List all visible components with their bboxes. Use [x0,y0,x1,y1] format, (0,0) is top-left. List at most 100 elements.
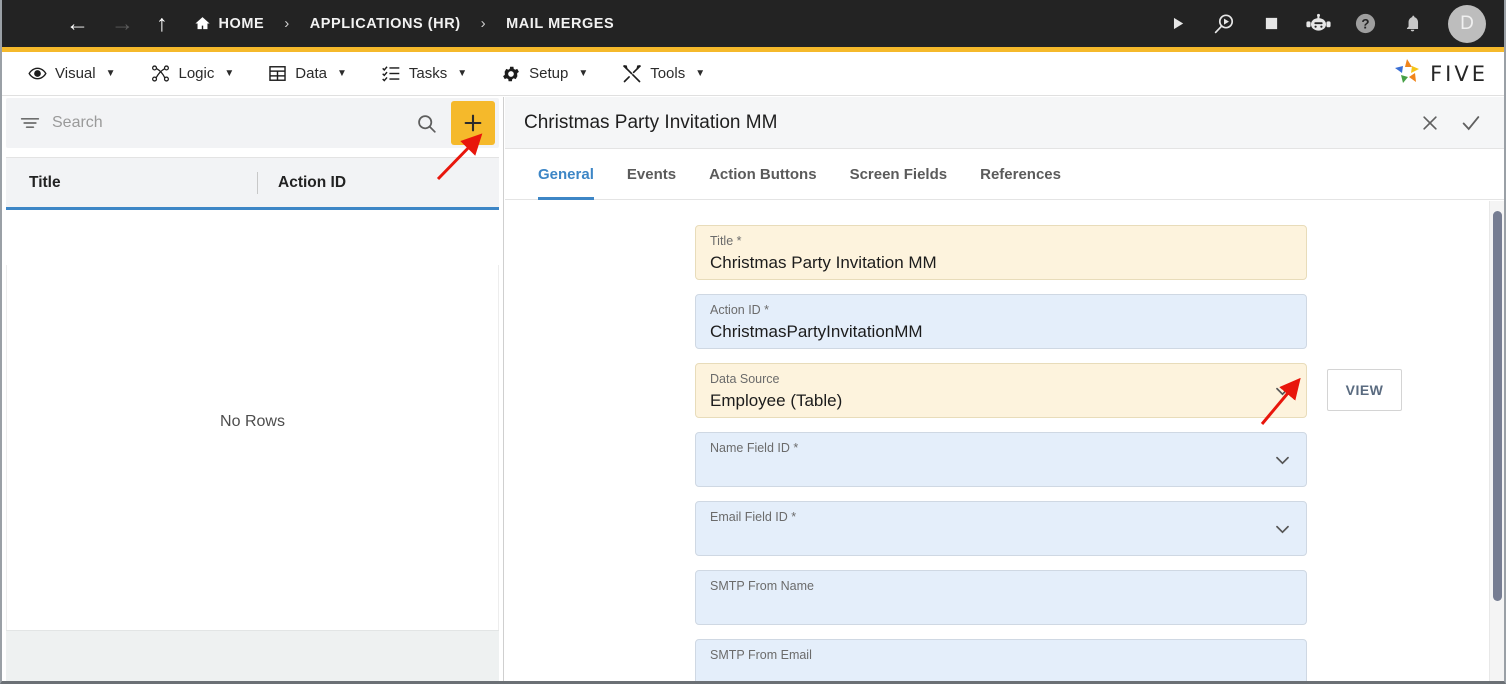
field-row-action-id: Action ID * ChristmasPartyInvitationMM [695,294,1504,349]
data-source-field-value: Employee (Table) [710,389,1292,413]
smtp-from-email-label: SMTP From Email [710,648,1292,662]
detail-panel: Christmas Party Invitation MM General Ev… [505,97,1504,681]
field-row-email-field-id: Email Field ID * [695,501,1504,556]
menu-data-label: Data [295,65,327,82]
menu-visual[interactable]: Visual ▼ [18,64,126,83]
menu-logic-label: Logic [179,65,215,82]
add-record-button[interactable] [451,101,495,145]
email-field-id-label: Email Field ID * [710,510,1292,524]
name-field-id-field[interactable]: Name Field ID * [695,432,1307,487]
user-avatar[interactable]: D [1448,5,1486,43]
chevron-down-icon: ▼ [457,68,467,79]
detail-panel-actions [1420,112,1504,134]
search-icon[interactable] [416,113,437,134]
chevron-down-icon[interactable] [1273,519,1292,538]
smtp-from-name-field[interactable]: SMTP From Name [695,570,1307,625]
chevron-down-icon: ▼ [106,68,116,79]
menu-tools[interactable]: Tools ▼ [612,64,715,84]
breadcrumb-separator: › [481,15,487,32]
checklist-icon [381,64,401,83]
menu-tasks-label: Tasks [409,65,447,82]
chevron-down-icon: ▼ [578,68,588,79]
menu-tools-label: Tools [650,65,685,82]
search-run-icon[interactable] [1211,11,1237,37]
action-id-field[interactable]: Action ID * ChristmasPartyInvitationMM [695,294,1307,349]
menu-logic[interactable]: Logic ▼ [140,64,245,83]
column-header-action-id[interactable]: Action ID [278,174,346,192]
tab-general[interactable]: General [538,149,594,200]
vertical-scrollbar[interactable] [1489,201,1504,681]
data-source-field-label: Data Source [710,372,1292,386]
scrollbar-thumb[interactable] [1493,211,1502,601]
play-icon[interactable] [1164,11,1190,37]
chevron-down-icon: ▼ [695,68,705,79]
list-table-body: No Rows [6,265,499,630]
field-row-name-field-id: Name Field ID * [695,432,1504,487]
brand-text: FIVE [1430,62,1488,86]
app-window: ← → ↑ HOME › APPLICATIONS (HR) › MAIL ME… [0,0,1506,684]
title-field-value: Christmas Party Invitation MM [710,251,1292,275]
smtp-from-email-field[interactable]: SMTP From Email [695,639,1307,681]
field-row-smtp-from-email: SMTP From Email [695,639,1504,681]
smtp-from-name-label: SMTP From Name [710,579,1292,593]
breadcrumb-item-home[interactable]: HOME [219,16,265,32]
breadcrumb-item-mail-merges[interactable]: MAIL MERGES [506,16,614,32]
search-bar [6,98,499,148]
title-field[interactable]: Title * Christmas Party Invitation MM [695,225,1307,280]
field-row-title: Title * Christmas Party Invitation MM [695,225,1504,280]
help-icon[interactable]: ? [1352,11,1378,37]
field-row-data-source: Data Source Employee (Table) VIEW [695,363,1504,418]
chatbot-icon[interactable] [1305,11,1331,37]
tab-events[interactable]: Events [627,149,676,200]
svg-text:?: ? [1361,16,1369,31]
menu-setup[interactable]: Setup ▼ [491,64,598,84]
tab-screen-fields[interactable]: Screen Fields [850,149,948,200]
close-icon[interactable] [1420,113,1440,133]
stop-icon[interactable] [1258,11,1284,37]
application-menu-bar: Visual ▼ Logic ▼ Data ▼ [2,52,1504,96]
list-table-header: Title Action ID [6,157,499,210]
gear-icon [501,64,521,84]
tab-references[interactable]: References [980,149,1061,200]
action-id-field-value: ChristmasPartyInvitationMM [710,320,1292,344]
title-field-label: Title * [710,234,1292,248]
filter-icon[interactable] [20,115,40,131]
data-source-field[interactable]: Data Source Employee (Table) [695,363,1307,418]
column-header-title[interactable]: Title [29,174,257,192]
name-field-id-label: Name Field ID * [710,441,1292,455]
breadcrumb-separator: › [284,15,290,32]
top-bar-actions: ? D [1164,5,1504,43]
view-data-source-button[interactable]: VIEW [1327,369,1402,411]
tools-icon [622,64,642,84]
menu-tasks[interactable]: Tasks ▼ [371,64,477,83]
menu-data[interactable]: Data ▼ [258,64,357,83]
up-arrow-icon[interactable]: ↑ [156,12,168,35]
form-scroll-area: Title * Christmas Party Invitation MM Ac… [505,201,1504,681]
back-arrow-icon[interactable]: ← [66,12,89,35]
forward-arrow-icon[interactable]: → [111,12,134,35]
chevron-down-icon: ▼ [337,68,347,79]
page-title: Christmas Party Invitation MM [524,112,777,134]
general-form: Title * Christmas Party Invitation MM Ac… [505,201,1504,681]
chevron-down-icon: ▼ [224,68,234,79]
notifications-bell-icon[interactable] [1399,11,1425,37]
chevron-down-icon[interactable] [1273,450,1292,469]
chevron-down-icon[interactable] [1273,381,1292,400]
home-icon [194,15,211,32]
menu-visual-label: Visual [55,65,96,82]
eye-icon [28,64,47,83]
top-navigation-bar: ← → ↑ HOME › APPLICATIONS (HR) › MAIL ME… [2,0,1504,47]
detail-tabs: General Events Action Buttons Screen Fie… [505,149,1504,200]
hamburger-menu-icon[interactable] [22,19,44,29]
table-grid-icon [268,64,287,83]
action-id-field-label: Action ID * [710,303,1292,317]
breadcrumb: HOME › APPLICATIONS (HR) › MAIL MERGES [194,15,615,32]
empty-state-message: No Rows [7,413,498,431]
field-row-smtp-from-name: SMTP From Name [695,570,1504,625]
check-icon[interactable] [1460,112,1482,134]
tab-action-buttons[interactable]: Action Buttons [709,149,816,200]
five-pinwheel-logo [1392,57,1422,90]
search-input[interactable] [52,114,416,132]
breadcrumb-item-applications[interactable]: APPLICATIONS (HR) [310,16,461,32]
email-field-id-field[interactable]: Email Field ID * [695,501,1307,556]
